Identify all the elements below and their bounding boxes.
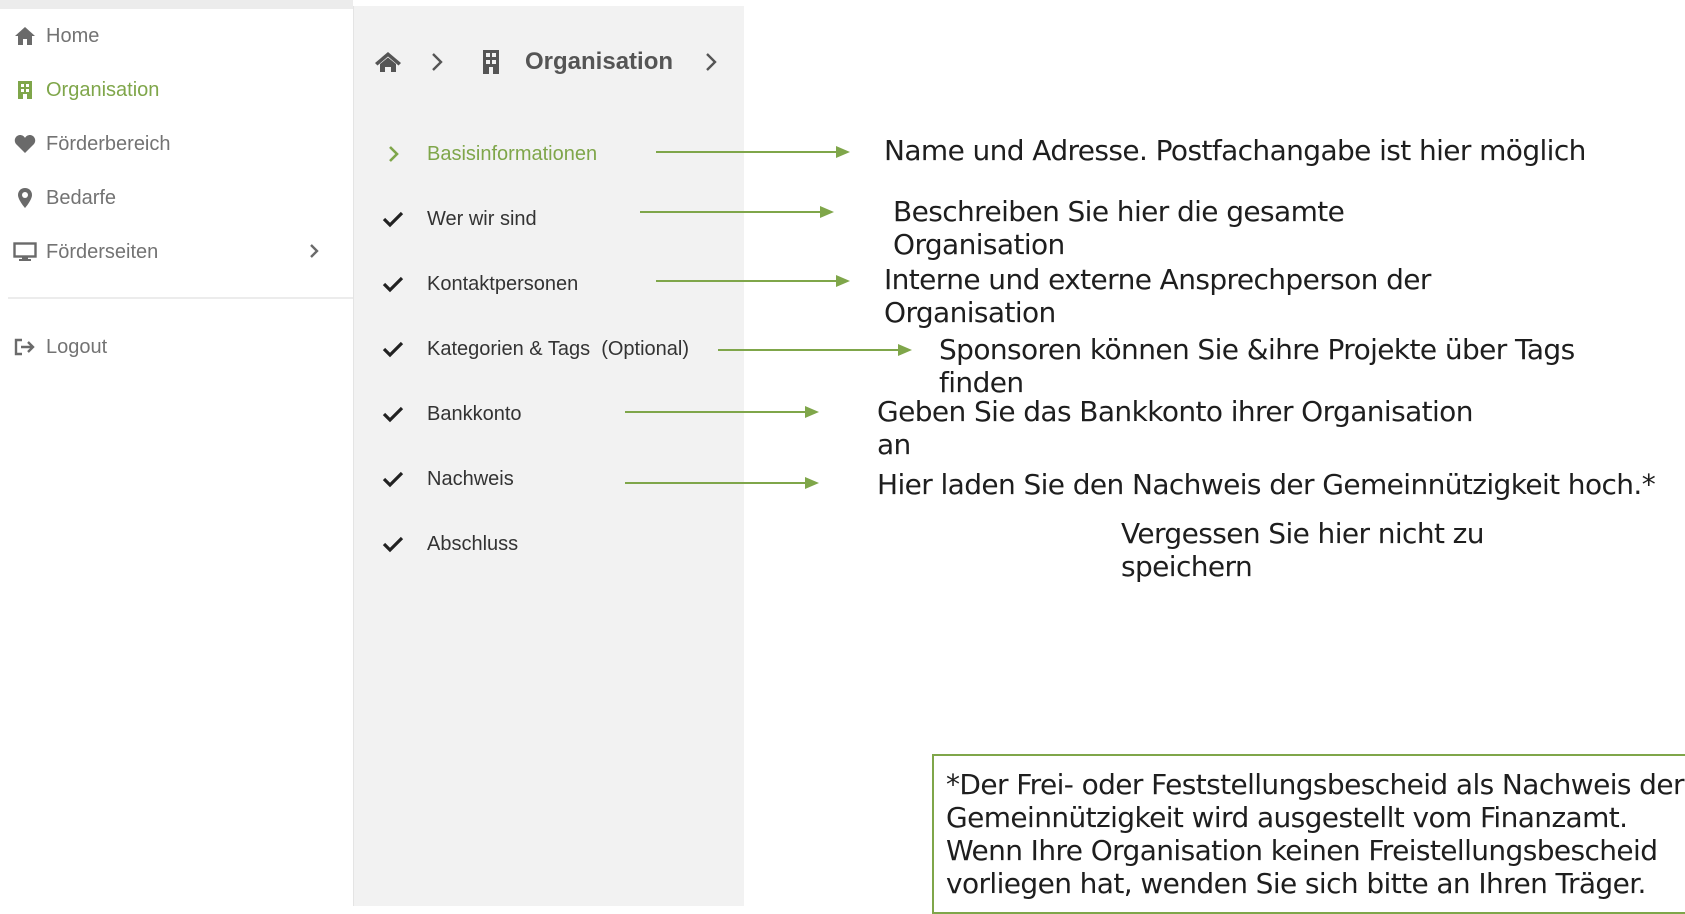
logout-label: Logout — [46, 335, 108, 358]
check-icon — [382, 403, 404, 425]
sidebar-item-label: Förderbereich — [46, 132, 171, 155]
step-label: Nachweis — [427, 467, 514, 490]
step-label: Kategorien & Tags (Optional) — [427, 337, 690, 360]
note-kategorien-tags: Sponsoren können Sie &ihre Projekte über… — [939, 333, 1575, 399]
sidebar-item-foerderseiten[interactable]: Förderseiten — [12, 232, 342, 272]
building-icon — [481, 49, 507, 75]
arrow-kontakt — [656, 275, 850, 287]
sidebar: Home Organisation Förderbereich Bedarfe … — [0, 0, 353, 906]
check-icon — [382, 273, 404, 295]
map-pin-icon — [12, 187, 38, 209]
home-icon — [12, 25, 38, 47]
note-kontaktpersonen: Interne und externe Ansprechperson der O… — [884, 263, 1431, 329]
sidebar-item-home[interactable]: Home — [12, 16, 342, 56]
step-label: Wer wir sind — [427, 207, 537, 230]
wizard-panel: Organisation Basisinformationen Wer wir … — [353, 6, 744, 906]
sidebar-divider — [8, 297, 353, 299]
home-icon[interactable] — [374, 49, 404, 75]
sidebar-item-label: Förderseiten — [46, 240, 159, 263]
chevron-right-icon — [703, 49, 725, 75]
top-divider — [0, 0, 353, 9]
logout-icon — [12, 336, 38, 358]
sidebar-item-bedarfe[interactable]: Bedarfe — [12, 178, 342, 218]
logout-button[interactable]: Logout — [12, 327, 342, 367]
arrow-wer — [640, 206, 834, 218]
step-label: Basisinformationen — [427, 142, 598, 165]
chevron-right-icon — [429, 49, 451, 75]
arrow-tags — [718, 344, 912, 356]
note-nachweis: Hier laden Sie den Nachweis der Gemeinnü… — [877, 468, 1656, 501]
heart-icon — [12, 133, 38, 155]
building-icon — [12, 79, 38, 101]
check-icon — [382, 468, 404, 490]
check-icon — [382, 208, 404, 230]
page-title: Organisation — [525, 48, 674, 75]
step-kategorien-tags[interactable]: Kategorien & Tags (Optional) — [382, 331, 742, 367]
sidebar-item-label: Home — [46, 24, 100, 47]
chevron-right-icon[interactable] — [308, 242, 320, 266]
step-label: Kontaktpersonen — [427, 272, 579, 295]
note-wer-wir-sind: Beschreiben Sie hier die gesamte Organis… — [893, 195, 1345, 261]
arrow-basis — [656, 146, 850, 158]
arrow-nachweis — [625, 477, 819, 489]
note-abschluss: Vergessen Sie hier nicht zu speichern — [1121, 517, 1485, 583]
sidebar-item-organisation[interactable]: Organisation — [12, 70, 342, 110]
step-label: Abschluss — [427, 532, 519, 555]
note-basisinformationen: Name und Adresse. Postfachangabe ist hie… — [884, 134, 1586, 167]
sidebar-item-foerderbereich[interactable]: Förderbereich — [12, 124, 342, 164]
step-abschluss[interactable]: Abschluss — [382, 526, 742, 562]
check-icon — [382, 338, 404, 360]
step-label: Bankkonto — [427, 402, 522, 425]
check-icon — [382, 533, 404, 555]
sidebar-item-label: Bedarfe — [46, 186, 117, 209]
chevron-right-icon — [382, 143, 404, 165]
breadcrumb: Organisation — [374, 40, 725, 84]
arrow-bank — [625, 406, 819, 418]
footnote-box: *Der Frei- oder Feststellungsbescheid al… — [932, 754, 1685, 914]
sidebar-item-label: Organisation — [46, 78, 160, 101]
note-bankkonto: Geben Sie das Bankkonto ihrer Organisati… — [877, 395, 1473, 461]
monitor-icon — [12, 241, 38, 263]
